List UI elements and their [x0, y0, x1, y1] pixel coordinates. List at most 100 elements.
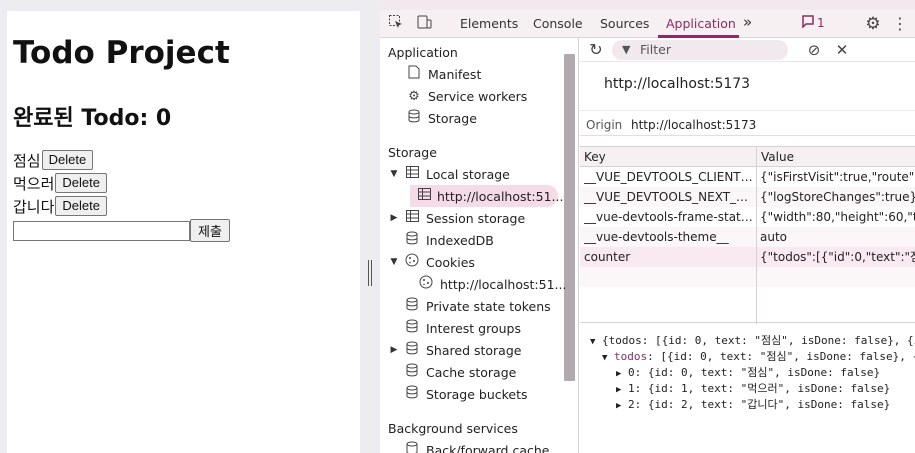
tab-sources[interactable]: Sources	[600, 16, 649, 31]
row-key: __vue-devtools-frame-state__	[584, 210, 754, 224]
preview-todos-key: todos	[614, 350, 648, 363]
expanded-triangle-icon[interactable]: ▼	[602, 353, 607, 363]
preview-root: {todos: [{id: 0, text: "점심", isDone: fal…	[602, 334, 915, 347]
todo-text: 먹으러	[13, 174, 55, 193]
app-document: Todo Project 완료된 Todo: 0 점심 Delete 먹으러 D…	[7, 11, 360, 453]
sidebar-item-indexeddb[interactable]: IndexedDB	[404, 229, 494, 251]
cookie-icon	[418, 275, 434, 293]
sidebar-item-interest-groups[interactable]: Interest groups	[404, 317, 521, 339]
row-key: __VUE_DEVTOOLS_NEXT_PLU...	[584, 190, 754, 204]
sidebar-scrollbar[interactable]	[564, 54, 575, 381]
table-row-selected[interactable]: counter {"todos":[{"id":0,"text":"점심",	[580, 247, 915, 267]
cookie-icon	[404, 253, 420, 271]
preview-item-line[interactable]: ▶ 1: {id: 1, text: "먹으러", isDone: false}	[616, 380, 890, 396]
issues-icon[interactable]	[798, 14, 818, 34]
sidebar-item-label: Private state tokens	[426, 298, 551, 314]
delete-button[interactable]: Delete	[55, 196, 107, 216]
database-icon	[404, 441, 420, 453]
issues-count-badge[interactable]: 1	[817, 16, 825, 30]
splitter-grip-icon[interactable]	[368, 260, 372, 286]
sidebar-item-label: Cookies	[426, 254, 475, 270]
collapsed-triangle-icon[interactable]: ▶	[388, 213, 400, 223]
tab-elements[interactable]: Elements	[460, 16, 518, 31]
table-row[interactable]: __vue-devtools-theme__ auto	[580, 227, 915, 247]
tab-application[interactable]: Application	[666, 16, 736, 31]
collapsed-triangle-icon[interactable]: ▶	[616, 401, 621, 411]
database-icon	[406, 109, 422, 127]
delete-button[interactable]: Delete	[41, 150, 94, 170]
sidebar-item-back-forward-cache[interactable]: Back/forward cache	[404, 439, 549, 453]
preview-root-line[interactable]: ▼ {todos: [{id: 0, text: "점심", isDone: f…	[590, 332, 915, 348]
column-divider[interactable]	[756, 147, 757, 324]
column-header-value[interactable]: Value	[757, 147, 915, 167]
delete-button[interactable]: Delete	[55, 173, 107, 193]
screen: Todo Project 완료된 Todo: 0 점심 Delete 먹으러 D…	[0, 0, 915, 453]
origin-heading: http://localhost:5173	[604, 76, 751, 92]
panel-splitter[interactable]	[360, 0, 380, 453]
sidebar-item-private-state-tokens[interactable]: Private state tokens	[404, 295, 551, 317]
table-row[interactable]: __VUE_DEVTOOLS_CLIENT_ST... {"isFirstVis…	[580, 167, 915, 187]
sidebar-item-storage[interactable]: Storage	[406, 107, 477, 129]
sidebar-item-cookies-origin[interactable]: http://localhost:51...	[418, 273, 566, 295]
sidebar-item-label: Shared storage	[426, 342, 522, 358]
devtools-top-strip	[380, 0, 915, 10]
delete-selected-icon[interactable]: ✕	[832, 40, 852, 60]
row-value: {"isFirstVisit":true,"route":"/",	[760, 170, 915, 184]
settings-gear-icon[interactable]: ⚙	[863, 14, 883, 34]
collapsed-triangle-icon[interactable]: ▶	[616, 385, 621, 395]
origin-label: Origin	[586, 118, 623, 132]
preview-item-line[interactable]: ▶ 2: {id: 2, text: "갑니다", isDone: false}	[616, 396, 890, 412]
file-icon	[406, 65, 422, 83]
new-todo-input[interactable]	[13, 221, 190, 241]
sidebar-item-shared-storage[interactable]: ▶ Shared storage	[388, 339, 521, 361]
inspect-element-icon[interactable]	[386, 14, 406, 34]
expanded-triangle-icon[interactable]: ▼	[590, 337, 595, 347]
expanded-triangle-icon[interactable]: ▼	[388, 257, 400, 267]
sidebar-section-background-services: Background services	[388, 421, 518, 436]
clear-all-icon[interactable]: ⊘	[804, 40, 824, 60]
database-icon	[404, 297, 420, 315]
sidebar-section-application: Application	[388, 45, 458, 60]
sidebar-section-storage: Storage	[388, 145, 437, 160]
preview-item: 0: {id: 0, text: "점심", isDone: false}	[628, 366, 881, 379]
application-sidebar: Application Manifest ⚙ Service workers St…	[380, 38, 579, 453]
submit-button[interactable]: 제출	[190, 219, 230, 242]
page-title: Todo Project	[13, 35, 230, 71]
table-icon	[418, 188, 431, 204]
table-icon	[404, 210, 420, 226]
more-tabs-icon[interactable]: »	[743, 13, 752, 31]
collapsed-triangle-icon[interactable]: ▶	[616, 369, 621, 379]
expanded-triangle-icon[interactable]: ▼	[388, 169, 400, 179]
table-row[interactable]: __vue-devtools-frame-state__ {"width":80…	[580, 207, 915, 227]
storage-table: Key Value __VUE_DEVTOOLS_CLIENT_ST... {"…	[580, 146, 915, 324]
collapsed-triangle-icon[interactable]: ▶	[388, 345, 400, 355]
database-icon	[404, 231, 420, 249]
sidebar-item-cookies[interactable]: ▼ Cookies	[388, 251, 475, 273]
column-header-key[interactable]: Key	[580, 147, 756, 167]
todo-text: 점심	[13, 151, 41, 170]
gears-icon: ⚙	[408, 88, 420, 104]
preview-todos-line[interactable]: ▼ todos: [{id: 0, text: "점심", isDone: fa…	[602, 348, 915, 364]
sidebar-item-label: Storage	[428, 110, 477, 126]
sidebar-item-local-storage[interactable]: ▼ Local storage	[388, 163, 510, 185]
preview-item-line[interactable]: ▶ 0: {id: 0, text: "점심", isDone: false}	[616, 364, 880, 380]
preview-item: 2: {id: 2, text: "갑니다", isDone: false}	[628, 398, 891, 411]
table-icon	[404, 166, 420, 182]
sidebar-item-label: http://localhost:51...	[437, 188, 564, 204]
sidebar-item-label: Storage buckets	[426, 386, 528, 402]
device-toolbar-icon[interactable]	[414, 14, 434, 34]
tab-console[interactable]: Console	[533, 16, 583, 31]
more-options-icon[interactable]: ⋮	[890, 14, 910, 34]
sidebar-item-local-storage-origin[interactable]: http://localhost:51...	[410, 185, 563, 207]
sidebar-item-storage-buckets[interactable]: Storage buckets	[404, 383, 528, 405]
refresh-icon[interactable]: ↻	[586, 40, 606, 60]
filter-input[interactable]: ▼ Filter	[612, 40, 788, 60]
sidebar-item-session-storage[interactable]: ▶ Session storage	[388, 207, 525, 229]
table-row-empty	[580, 267, 915, 287]
table-row[interactable]: __VUE_DEVTOOLS_NEXT_PLU... {"logStoreCha…	[580, 187, 915, 207]
sidebar-item-service-workers[interactable]: ⚙ Service workers	[406, 85, 527, 107]
sidebar-item-cache-storage[interactable]: Cache storage	[404, 361, 516, 383]
sidebar-item-manifest[interactable]: Manifest	[406, 63, 481, 85]
sidebar-item-label: Cache storage	[426, 364, 517, 380]
storage-main-panel: ↻ ▼ Filter ⊘ ✕ http://localhost:5173 Ori…	[580, 38, 915, 453]
